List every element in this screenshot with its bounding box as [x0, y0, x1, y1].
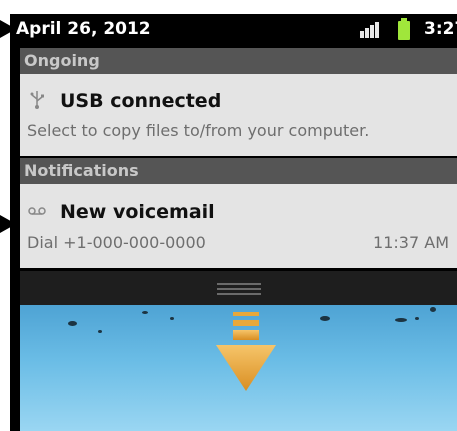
grip-line-bottom: [217, 293, 261, 295]
voicemail-time: 11:37 AM: [373, 233, 449, 252]
section-header-ongoing-label: Ongoing: [24, 51, 100, 70]
grip-line-top: [217, 283, 261, 285]
section-header-notifications: Notifications: [20, 158, 457, 184]
usb-title: USB connected: [60, 90, 222, 112]
grip-line-mid: [217, 288, 261, 290]
home-wallpaper: [20, 305, 457, 431]
signal-icon: [360, 22, 380, 38]
notification-usb[interactable]: USB connected Select to copy files to/fr…: [20, 74, 457, 156]
battery-icon: [398, 18, 410, 40]
pull-down-arrow-icon: [216, 312, 276, 391]
usb-subtitle: Select to copy files to/from your comput…: [27, 121, 370, 140]
shade-drag-handle[interactable]: [20, 271, 457, 305]
usb-icon: [30, 91, 44, 109]
voicemail-icon: [28, 207, 46, 215]
section-header-ongoing: Ongoing: [20, 48, 457, 74]
notification-voicemail[interactable]: New voicemail Dial +1-000-000-0000 11:37…: [20, 184, 457, 268]
status-time: 3:27: [424, 19, 457, 39]
voicemail-subtitle: Dial +1-000-000-0000: [27, 233, 206, 252]
status-date: April 26, 2012: [16, 19, 151, 39]
voicemail-title: New voicemail: [60, 201, 215, 223]
status-bar[interactable]: April 26, 2012 3:27: [10, 14, 457, 44]
section-header-notifications-label: Notifications: [24, 161, 139, 180]
callout-arrow-notification: [0, 215, 16, 233]
